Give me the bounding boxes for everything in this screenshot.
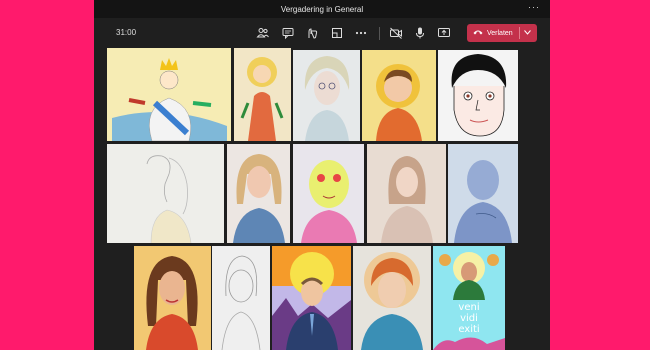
meeting-timer: 31:00	[116, 28, 137, 37]
share-screen-icon[interactable]	[437, 26, 451, 40]
reactions-icon[interactable]	[305, 26, 319, 40]
video-tile-veni-vidi-exiti[interactable]: veni vidi exiti	[433, 246, 505, 350]
leave-button-separator	[518, 27, 520, 39]
video-tile-cartoon-face[interactable]	[438, 50, 518, 141]
window-more-icon[interactable]: ···	[528, 2, 540, 12]
meeting-toolbar: 31:00 Verlaten	[94, 18, 550, 48]
video-tile-blonde-woman[interactable]	[227, 144, 290, 243]
chevron-down-icon[interactable]	[523, 29, 531, 37]
video-tile-boy-halo[interactable]	[362, 50, 436, 141]
leave-button[interactable]: Verlaten	[467, 24, 537, 42]
video-tile-yellow-face[interactable]	[293, 144, 364, 243]
phone-hangup-icon	[473, 28, 483, 38]
participant-video-grid: veni vidi exiti	[94, 48, 550, 350]
video-tile-grey-sketch[interactable]	[212, 246, 270, 350]
tile-caption-line-3: exiti	[458, 324, 480, 335]
camera-icon[interactable]	[389, 26, 403, 40]
video-tile-profile-sketch[interactable]	[107, 144, 224, 243]
window-title: Vergadering in General	[280, 4, 364, 14]
tile-caption-line-1: veni	[458, 302, 480, 313]
more-actions-icon[interactable]	[354, 26, 368, 40]
video-tile-brunette-woman[interactable]	[134, 246, 211, 350]
video-tile-blue-portrait[interactable]	[448, 144, 518, 243]
video-tile-golden-figure[interactable]	[234, 48, 291, 141]
tile-caption-line-2: vidi	[460, 313, 478, 324]
microphone-icon[interactable]	[413, 26, 427, 40]
video-tile-suited-man-sunburst[interactable]	[272, 246, 351, 350]
toolbar-divider	[379, 27, 380, 40]
chat-icon[interactable]	[281, 26, 295, 40]
teams-meeting-window: Vergadering in General ··· 31:00 Verlate…	[94, 0, 550, 350]
video-tile-pale-portrait[interactable]	[293, 50, 360, 141]
people-icon[interactable]	[256, 26, 270, 40]
title-bar: Vergadering in General ···	[94, 0, 550, 18]
rooms-icon[interactable]	[330, 26, 344, 40]
video-tile-pencil-woman[interactable]	[367, 144, 446, 243]
video-tile-crowned-figure[interactable]	[107, 48, 231, 141]
video-tile-halo-woman[interactable]	[353, 246, 431, 350]
leave-button-label: Verlaten	[487, 29, 513, 37]
